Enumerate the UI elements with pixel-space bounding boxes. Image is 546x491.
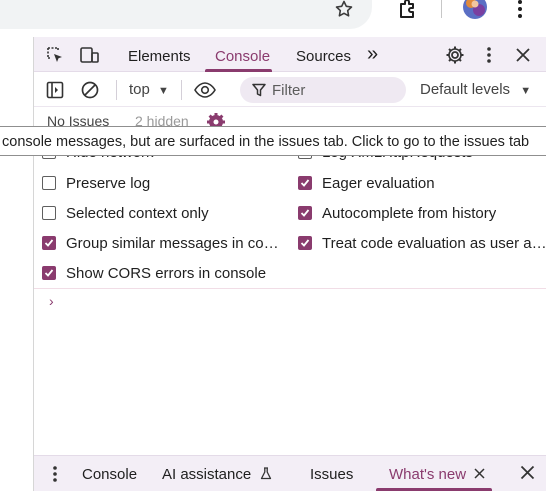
toolbar-divider bbox=[441, 0, 442, 18]
close-devtools-icon[interactable] bbox=[512, 44, 534, 66]
toolbar-separator bbox=[116, 80, 117, 100]
tab-console[interactable]: Console bbox=[215, 48, 270, 65]
option-label: Group similar messages in console bbox=[66, 234, 286, 252]
treat-eval-user-action-option[interactable]: Treat code evaluation as user action bbox=[298, 232, 546, 254]
console-toolbar: top ▼ Default levels ▼ bbox=[34, 72, 546, 107]
chevron-down-icon: ▼ bbox=[158, 85, 169, 97]
checkbox[interactable] bbox=[42, 206, 56, 220]
devtools-tabbar: Elements Console Sources » bbox=[34, 37, 546, 72]
issues-link[interactable]: No Issues bbox=[47, 113, 109, 127]
checkbox-checked[interactable] bbox=[298, 206, 312, 220]
option-label: Show CORS errors in console bbox=[66, 264, 267, 282]
close-drawer-icon[interactable] bbox=[520, 465, 535, 483]
console-prompt-chevron-icon[interactable]: › bbox=[49, 293, 54, 309]
drawer-tab-console[interactable]: Console bbox=[82, 466, 137, 483]
flask-icon bbox=[260, 467, 272, 484]
eager-evaluation-option[interactable]: Eager evaluation bbox=[298, 172, 546, 194]
live-expression-eye-icon[interactable] bbox=[193, 79, 217, 101]
filter-input[interactable] bbox=[272, 80, 397, 100]
page-viewport bbox=[0, 37, 33, 491]
checkbox[interactable] bbox=[42, 176, 56, 190]
devtools-panel: Elements Console Sources » top ▼ Filter … bbox=[33, 37, 546, 491]
hidden-count: 2 hidden bbox=[135, 113, 189, 127]
extension-puzzle-icon[interactable] bbox=[396, 0, 420, 21]
option-label: Selected context only bbox=[66, 204, 209, 222]
filter-funnel-icon bbox=[252, 83, 266, 100]
filter-box bbox=[240, 77, 406, 103]
drawer-tab-label: AI assistance bbox=[162, 466, 252, 483]
inspect-element-icon[interactable] bbox=[44, 44, 66, 66]
star-icon[interactable] bbox=[333, 0, 355, 20]
option-label: Autocomplete from history bbox=[322, 204, 497, 222]
device-toolbar-icon[interactable] bbox=[78, 44, 100, 66]
show-cors-errors-option[interactable]: Show CORS errors in console bbox=[42, 262, 292, 284]
checkbox-checked[interactable] bbox=[42, 236, 56, 250]
issues-tooltip: console messages, but are surfaced in th… bbox=[0, 126, 546, 156]
more-tabs-button[interactable]: » bbox=[367, 43, 378, 66]
close-tab-icon[interactable] bbox=[474, 466, 485, 483]
drawer-tab-issues[interactable]: Issues bbox=[310, 466, 353, 483]
tab-sources[interactable]: Sources bbox=[296, 48, 351, 65]
drawer-menu-icon[interactable] bbox=[52, 465, 58, 486]
javascript-context-select[interactable]: top ▼ bbox=[129, 81, 169, 98]
clear-console-icon[interactable] bbox=[79, 79, 101, 101]
issues-row: No Issues 2 hidden bbox=[34, 107, 546, 127]
log-levels-value: Default levels bbox=[420, 81, 511, 98]
more-vert-icon[interactable] bbox=[510, 0, 530, 21]
address-bar[interactable] bbox=[0, 0, 372, 29]
preserve-log-option[interactable]: Preserve log bbox=[42, 172, 282, 194]
option-label: Eager evaluation bbox=[322, 174, 435, 192]
drawer-tab-label: What's new bbox=[389, 466, 467, 483]
checkbox-checked[interactable] bbox=[298, 236, 312, 250]
autocomplete-history-option[interactable]: Autocomplete from history bbox=[298, 202, 546, 224]
log-levels-dropdown[interactable]: Default levels ▼ bbox=[420, 81, 531, 98]
settings-gear-icon[interactable] bbox=[444, 44, 466, 66]
checkbox-checked[interactable] bbox=[298, 176, 312, 190]
drawer-tab-whats-new[interactable]: What's new bbox=[389, 466, 485, 483]
option-label: Treat code evaluation as user action bbox=[322, 234, 546, 252]
checkbox-checked[interactable] bbox=[42, 266, 56, 280]
drawer-tab-ai-assistance[interactable]: AI assistance bbox=[162, 466, 272, 484]
drawer-tabbar: Console AI assistance Issues What's new bbox=[34, 455, 546, 491]
browser-toolbar bbox=[0, 0, 546, 37]
toolbar-separator bbox=[181, 80, 182, 100]
chevron-down-icon: ▼ bbox=[520, 85, 532, 97]
option-label: Preserve log bbox=[66, 174, 151, 192]
customize-menu-icon[interactable] bbox=[478, 44, 500, 66]
settings-gear-icon[interactable] bbox=[206, 112, 226, 127]
profile-avatar[interactable] bbox=[462, 0, 488, 20]
context-value: top bbox=[129, 81, 150, 98]
console-settings-pane: Hide network Preserve log Selected conte… bbox=[34, 137, 546, 289]
selected-context-only-option[interactable]: Selected context only bbox=[42, 202, 282, 224]
group-similar-option[interactable]: Group similar messages in console bbox=[42, 232, 286, 254]
tab-elements[interactable]: Elements bbox=[128, 48, 191, 65]
show-sidebar-icon[interactable] bbox=[44, 79, 66, 101]
